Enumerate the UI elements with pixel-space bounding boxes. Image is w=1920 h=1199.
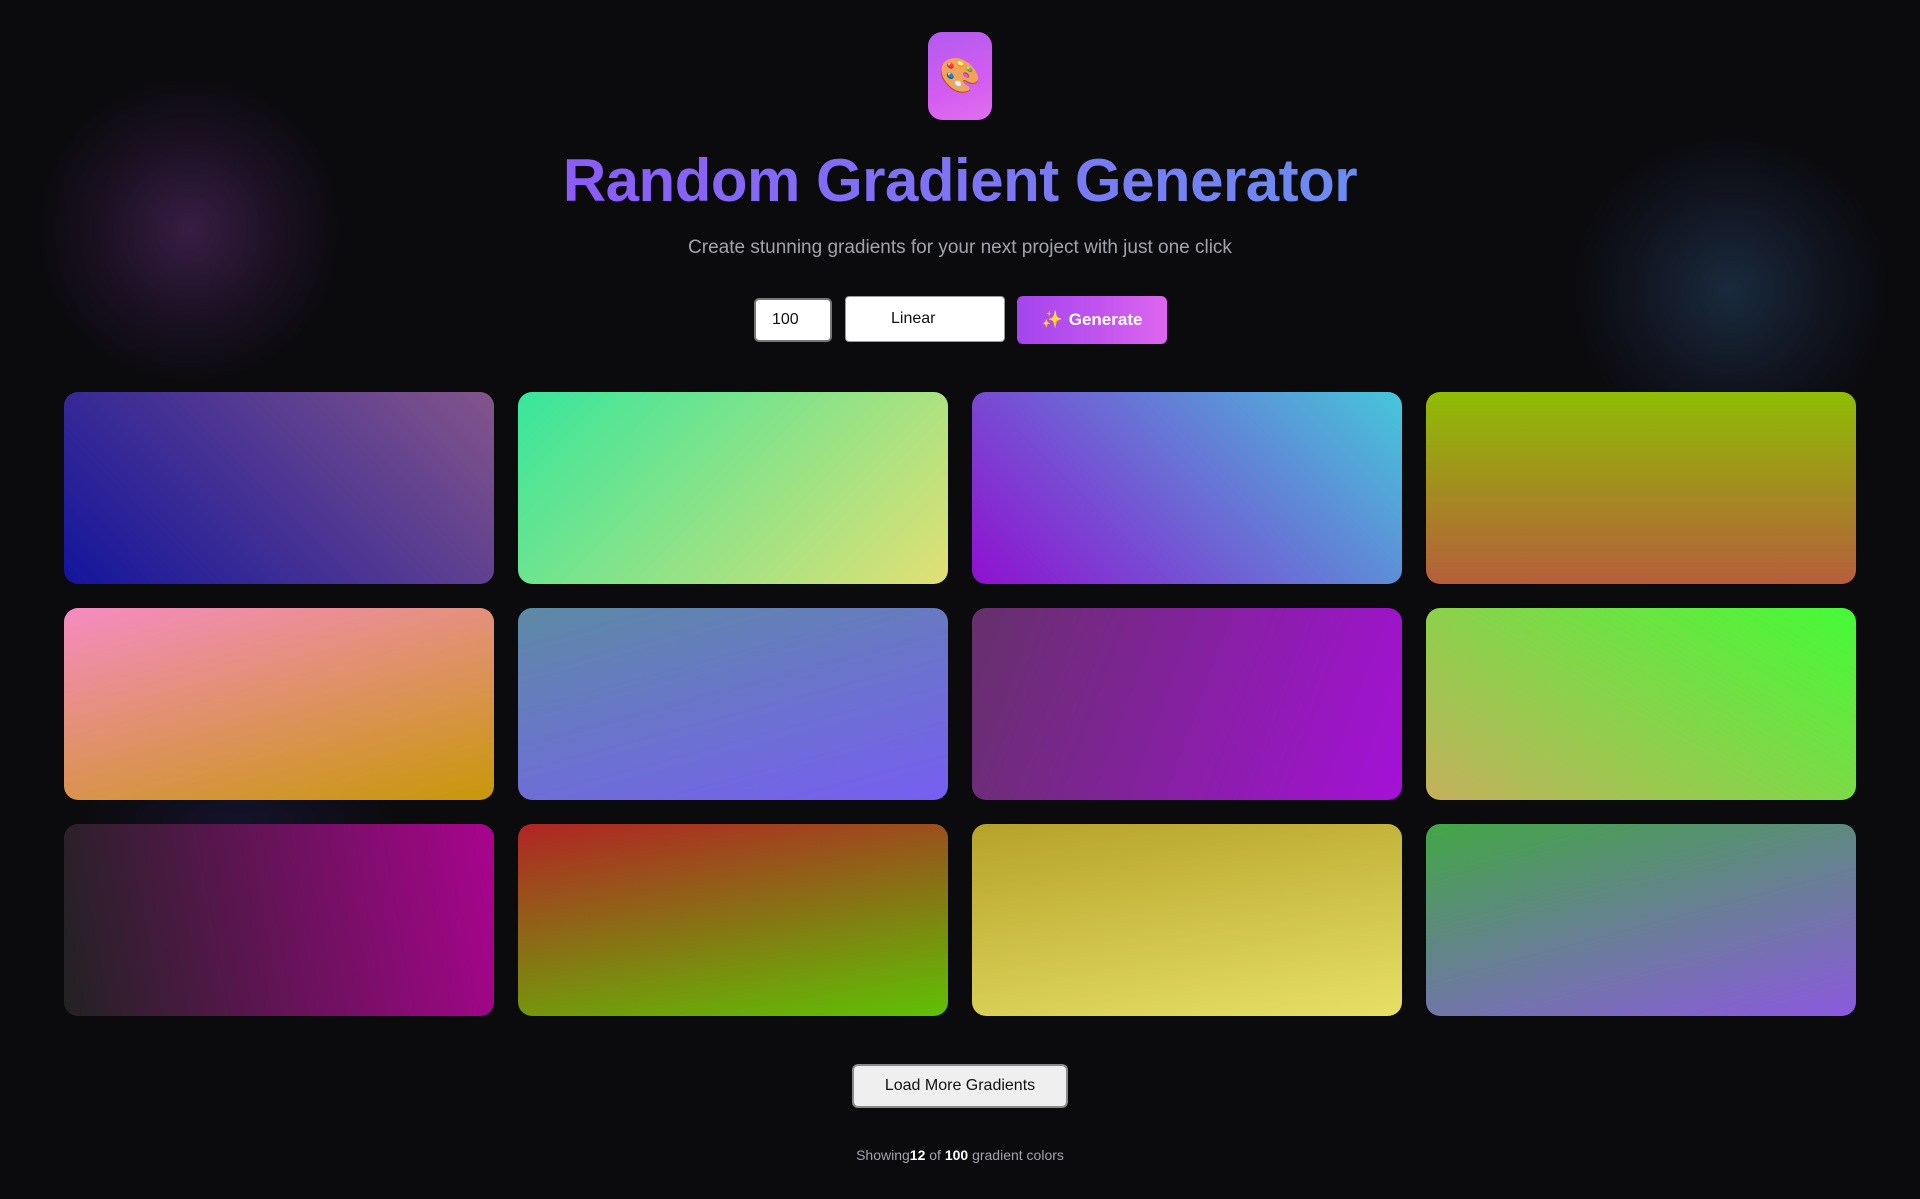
gradient-card[interactable] [518, 392, 948, 584]
summary-suffix: gradient colors [968, 1147, 1064, 1163]
gradient-count-summary: Showing12 of 100 gradient colors [0, 1146, 1920, 1164]
app-logo: 🎨 [928, 32, 992, 120]
gradient-card[interactable] [1426, 608, 1856, 800]
load-more-button[interactable]: Load More Gradients [852, 1064, 1068, 1108]
gradient-card[interactable] [972, 824, 1402, 1016]
generate-button-label: Generate [1068, 310, 1143, 329]
background-glow-left [40, 80, 340, 380]
gradient-card[interactable] [1426, 824, 1856, 1016]
gradient-card[interactable] [518, 608, 948, 800]
gradient-card[interactable] [972, 392, 1402, 584]
gradient-card[interactable] [972, 608, 1402, 800]
generate-button[interactable]: ✨ Generate [1017, 296, 1167, 344]
gradient-card[interactable] [64, 824, 494, 1016]
page-subtitle: Create stunning gradients for your next … [688, 237, 1232, 258]
summary-total-count: 100 [944, 1147, 969, 1163]
gradient-grid [64, 392, 1856, 1016]
gradient-type-select[interactable]: Linear [845, 296, 1005, 342]
summary-middle: of [925, 1147, 945, 1163]
gradient-card[interactable] [518, 824, 948, 1016]
summary-prefix: Showing [856, 1147, 910, 1163]
palette-icon: 🎨 [938, 57, 982, 95]
gradient-card[interactable] [64, 392, 494, 584]
summary-shown-count: 12 [909, 1147, 926, 1163]
gradient-type-value: Linear [891, 310, 936, 327]
page-title: Random Gradient Generator [562, 147, 1358, 214]
gradient-card[interactable] [1426, 392, 1856, 584]
gradient-card[interactable] [64, 608, 494, 800]
sparkles-icon: ✨ [1041, 310, 1063, 329]
gradient-count-input[interactable] [754, 298, 832, 342]
